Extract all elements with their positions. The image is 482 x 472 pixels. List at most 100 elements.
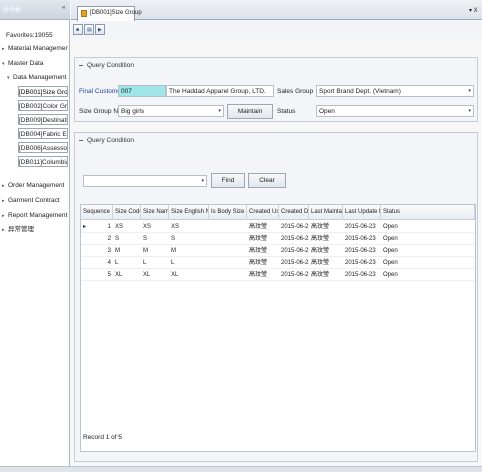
tree-item[interactable]: [DB009]Destination <box>18 114 68 125</box>
document-tabstrip: [DB001]Size Group ▾ X <box>71 0 482 21</box>
table-cell: 3 <box>107 248 111 254</box>
tree-item-label: Material Management <box>8 45 68 52</box>
table-cell: XS <box>171 224 180 230</box>
sales-group-value: Sport Brand Dept. (Vietnam) <box>319 88 401 95</box>
copy-button[interactable]: ▤ <box>84 24 94 35</box>
table-cell: 2015-06-23 <box>345 224 376 230</box>
table-cell: L <box>115 260 119 266</box>
table-cell <box>209 257 247 269</box>
table-cell: L <box>171 260 175 266</box>
tree-item-label: Data Management By ... <box>13 74 68 81</box>
table-cell: 2015-06-23 <box>281 236 309 242</box>
size-group-grid: SequenceSize CodeSize NameSize English N… <box>80 204 476 452</box>
command-tree-title: 命令树 <box>3 8 22 14</box>
table-cell: Open <box>383 260 398 266</box>
table-cell: 高玟瑩 <box>311 236 330 242</box>
final-customer-name-field: The Haddad Apparel Group, LTD. <box>166 85 274 97</box>
tree-item[interactable]: ▾ Master Data <box>2 58 68 69</box>
size-group-name-select[interactable]: Big girls ▾ <box>118 105 224 117</box>
table-cell: Open <box>383 272 398 278</box>
tree-item[interactable]: ▸ Order Management <box>2 180 68 191</box>
table-row[interactable]: ▸ 1 XS XS XS 高玟瑩 2015-06-23 高玟瑩 2015-06-23 Open <box>81 221 475 233</box>
tab-size-group[interactable]: [DB001]Size Group <box>77 6 142 21</box>
table-cell: S <box>143 236 148 242</box>
tree-item[interactable]: ▸ Garment Contract <box>2 195 68 206</box>
table-cell: 1 <box>107 224 111 230</box>
export-button[interactable]: ▶ <box>95 24 105 35</box>
find-button[interactable]: Find <box>211 173 245 188</box>
clear-button[interactable]: Clear <box>248 173 286 188</box>
tree-item[interactable]: [DB006]Assessories... <box>18 142 68 153</box>
status-label: Status <box>277 108 296 115</box>
tree-item-label: Master Data <box>8 60 44 67</box>
tree-item[interactable]: ▾Data Management By ... <box>7 72 68 83</box>
column-header[interactable]: Created User <box>247 205 279 220</box>
table-cell: 高玟瑩 <box>311 272 330 278</box>
tree-item[interactable]: [DB001]Size Group <box>18 86 68 97</box>
table-row[interactable]: 2 S S S 高玟瑩 2015-06-23 高玟瑩 2015-06-23 Open <box>81 233 475 245</box>
table-cell: 高玟瑩 <box>311 224 330 230</box>
tree-item-label: Report Management <box>8 212 68 219</box>
table-row[interactable]: 5 XL XL XL 高玟瑩 2015-06-23 高玟瑩 2015-06-23 Open <box>81 269 475 281</box>
table-cell: 高玟瑩 <box>249 272 268 278</box>
table-cell: 高玟瑩 <box>249 236 268 242</box>
tree-item-label: [DB009]Destination <box>19 117 67 124</box>
tree-item[interactable]: ▸ Material Management <box>2 43 68 54</box>
table-cell <box>209 269 247 281</box>
chevron-down-icon: ▾ <box>201 178 204 184</box>
table-cell: S <box>115 236 120 242</box>
column-header[interactable]: Created D... <box>279 205 309 220</box>
table-cell: 2015-06-23 <box>281 248 309 254</box>
query-condition-title[interactable]: Query Condition <box>75 58 134 73</box>
command-tree-panel: 命令树 « Favorites:19055 ▸ Material Managemen… <box>0 0 70 467</box>
table-row[interactable]: 3 M M M 高玟瑩 2015-06-23 高玟瑩 2015-06-23 Open <box>81 245 475 257</box>
sales-group-select[interactable]: Sport Brand Dept. (Vietnam) ▾ <box>316 85 474 97</box>
save-icon: ■ <box>76 27 80 33</box>
tree-item-label: Order Management <box>8 182 65 189</box>
table-row[interactable]: 4 L L L 高玟瑩 2015-06-23 高玟瑩 2015-06-23 Open <box>81 257 475 269</box>
column-header[interactable]: Size Code <box>113 205 141 220</box>
query-condition-group: Query Condition Final Customer 007 The H… <box>74 57 478 122</box>
table-cell: XS <box>143 224 152 230</box>
status-value: Open <box>319 108 335 115</box>
maintain-button[interactable]: Maintain <box>227 104 273 119</box>
table-cell: 2015-06-23 <box>281 260 309 266</box>
table-cell: L <box>143 260 147 266</box>
column-header[interactable]: Sequence <box>81 205 113 220</box>
size-group-name-value: Big girls <box>121 108 145 115</box>
query-condition-title-2[interactable]: Query Condition <box>75 133 134 148</box>
table-cell: 2 <box>107 236 111 242</box>
tree-item-label: [DB006]Assessories... <box>19 145 68 152</box>
tree-item[interactable]: ▸ 异常管理 <box>2 224 68 235</box>
tree-item-label: [DB011]Columbia... <box>19 159 67 166</box>
table-cell: 2015-06-23 <box>281 224 309 230</box>
column-header[interactable]: Is Body Size <box>209 205 247 220</box>
record-scroll-icon[interactable]: ‹ <box>117 434 119 440</box>
tab-label: [DB001]Size Group <box>90 10 142 16</box>
final-customer-code-field[interactable]: 007 <box>118 85 166 97</box>
column-header[interactable]: Size Name <box>141 205 169 220</box>
table-cell: XL <box>171 272 179 278</box>
tree-item[interactable]: Favorites:19055 <box>6 30 68 41</box>
table-cell: 2015-06-23 <box>281 272 309 278</box>
status-select[interactable]: Open ▾ <box>316 105 474 117</box>
table-cell: 高玟瑩 <box>311 248 330 254</box>
column-header[interactable]: Size English Na... <box>169 205 209 220</box>
tree-item[interactable]: [DB004]Fabric Esse... <box>18 128 68 139</box>
table-cell: 高玟瑩 <box>249 260 268 266</box>
export-icon: ▶ <box>98 27 102 33</box>
column-header[interactable]: Status <box>381 205 475 220</box>
column-header[interactable]: Last Maintai... <box>309 205 343 220</box>
tree-item[interactable]: [DB011]Columbia... <box>18 156 68 167</box>
table-cell: Open <box>383 248 398 254</box>
column-header[interactable]: Last Update D... <box>343 205 381 220</box>
table-cell: S <box>171 236 176 242</box>
tab-close-icon[interactable]: ▾ X <box>469 7 478 14</box>
collapse-panel-icon[interactable]: « <box>62 5 65 11</box>
search-combo[interactable]: ▾ <box>83 175 207 187</box>
chevron-down-icon: ▾ <box>468 108 471 114</box>
save-button[interactable]: ■ <box>73 24 83 35</box>
tree-item[interactable]: [DB002]Color Group <box>18 100 68 111</box>
copy-icon: ▤ <box>87 27 92 33</box>
tree-item[interactable]: ▸ Report Management <box>2 210 68 221</box>
